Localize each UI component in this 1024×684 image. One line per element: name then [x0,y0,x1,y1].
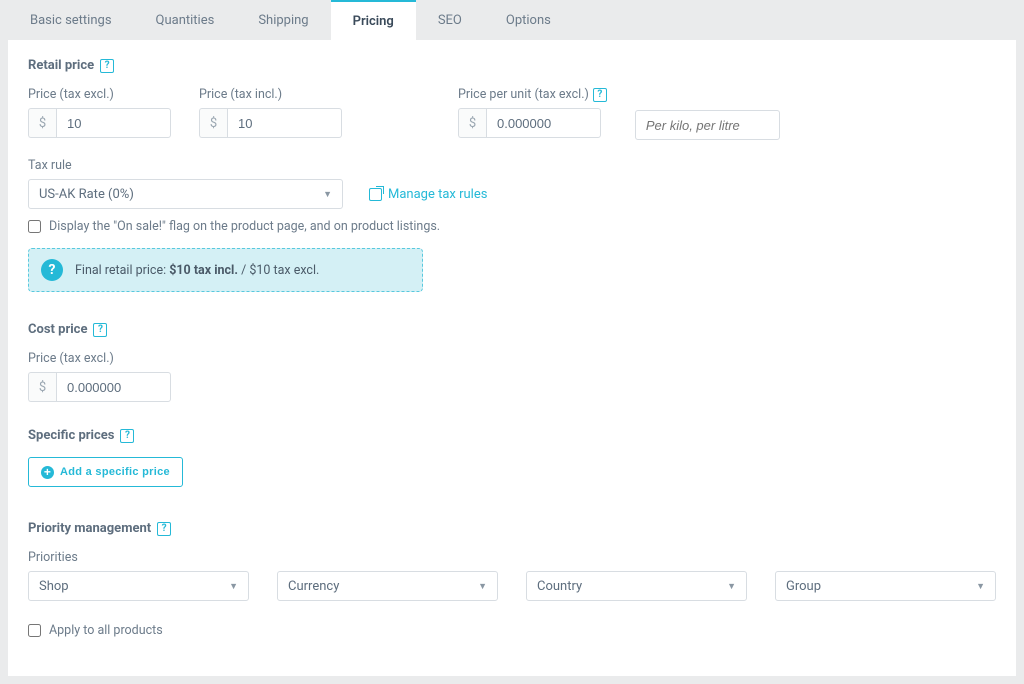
price-tax-incl-label: Price (tax incl.) [199,87,342,102]
help-icon: ? [41,259,63,281]
priority-select-currency[interactable]: Currency▼ [277,571,498,601]
final-price-info: ? Final retail price: $10 tax incl. / $1… [28,248,423,292]
tax-rule-label: Tax rule [28,158,996,173]
add-specific-price-button[interactable]: + Add a specific price [28,457,183,487]
tabs-bar: Basic settings Quantities Shipping Prici… [8,0,1016,40]
help-icon[interactable]: ? [100,59,114,73]
price-tax-excl-input[interactable] [56,108,171,138]
unit-input[interactable] [635,110,780,140]
price-tax-incl-input[interactable] [227,108,342,138]
help-icon[interactable]: ? [120,429,134,443]
price-tax-excl-label: Price (tax excl.) [28,87,171,102]
help-icon[interactable]: ? [93,323,107,337]
priority-management-title: Priority management ? [28,521,996,536]
help-icon[interactable]: ? [593,88,607,102]
chevron-down-icon: ▼ [229,581,238,592]
tab-pricing[interactable]: Pricing [331,0,416,40]
priorities-label: Priorities [28,550,996,565]
apply-all-label: Apply to all products [49,623,163,638]
tab-seo[interactable]: SEO [416,0,484,40]
cost-price-title: Cost price ? [28,322,996,337]
on-sale-label: Display the "On sale!" flag on the produ… [49,219,440,234]
unit-field [635,87,780,140]
retail-price-title: Retail price ? [28,58,996,73]
currency-prefix: $ [28,108,56,138]
price-tax-excl-field: Price (tax excl.) $ [28,87,171,140]
cost-price-label: Price (tax excl.) [28,351,996,366]
help-icon[interactable]: ? [157,522,171,536]
pricing-panel: Retail price ? Price (tax excl.) $ Price… [8,40,1016,676]
chevron-down-icon: ▼ [323,189,332,200]
price-tax-incl-field: Price (tax incl.) $ [199,87,342,140]
currency-prefix: $ [28,372,56,402]
chevron-down-icon: ▼ [976,581,985,592]
tab-options[interactable]: Options [484,0,573,40]
chevron-down-icon: ▼ [478,581,487,592]
tab-quantities[interactable]: Quantities [134,0,237,40]
currency-prefix: $ [199,108,227,138]
cost-price-input[interactable] [56,372,171,402]
priority-select-country[interactable]: Country▼ [526,571,747,601]
tab-shipping[interactable]: Shipping [236,0,330,40]
priority-select-group[interactable]: Group▼ [775,571,996,601]
on-sale-checkbox[interactable] [28,220,41,233]
price-per-unit-label: Price per unit (tax excl.) [458,87,589,102]
manage-tax-rules-link[interactable]: Manage tax rules [369,187,487,202]
price-per-unit-field: Price per unit (tax excl.) ? $ [458,87,607,140]
external-link-icon [369,188,382,201]
priority-select-shop[interactable]: Shop▼ [28,571,249,601]
chevron-down-icon: ▼ [727,581,736,592]
specific-prices-title: Specific prices ? [28,428,996,443]
tax-rule-select[interactable]: US-AK Rate (0%) ▼ [28,179,343,209]
apply-all-checkbox[interactable] [28,624,41,637]
plus-icon: + [41,466,54,479]
tab-basic-settings[interactable]: Basic settings [8,0,134,40]
currency-prefix: $ [458,108,486,138]
price-per-unit-input[interactable] [486,108,601,138]
